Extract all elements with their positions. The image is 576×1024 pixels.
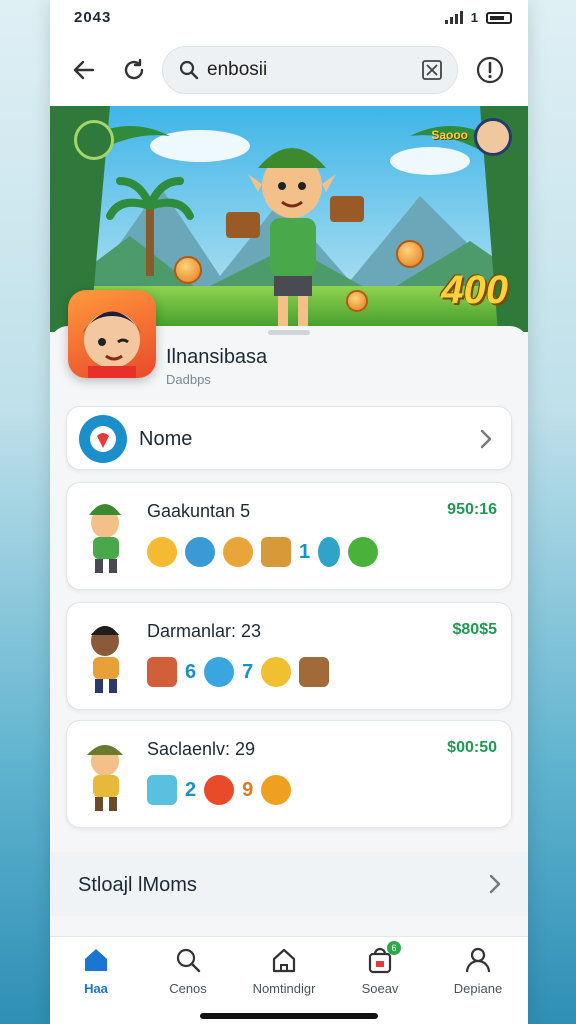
chevron-right-icon xyxy=(489,874,501,894)
tab-profile[interactable]: Depiane xyxy=(432,945,524,1005)
listing-card[interactable]: Gaakuntan 5 950:16 1 xyxy=(66,482,512,590)
item-count: 6 xyxy=(185,660,197,683)
level-badge-icon xyxy=(74,120,114,160)
sheet-drag-handle[interactable] xyxy=(268,330,310,335)
bottom-tab-bar: Haa Cenos Nomtindigr 6 Soeav Depiane xyxy=(50,936,528,1024)
clear-search-icon[interactable] xyxy=(421,59,443,81)
tab-label: Depiane xyxy=(453,981,503,996)
info-button[interactable] xyxy=(472,52,508,88)
back-button[interactable] xyxy=(66,52,102,88)
feather-item-icon xyxy=(261,657,292,687)
fire-item-icon xyxy=(204,775,235,805)
home-row[interactable]: Nome xyxy=(66,406,512,470)
listing-price: 950:16 xyxy=(447,501,497,518)
listing-title: Darmanlar: 23 xyxy=(147,621,262,641)
status-time: 2043 xyxy=(74,9,112,26)
app-icon xyxy=(68,290,156,378)
player-badge-label: Saooo xyxy=(431,128,468,142)
status-icons: 1 xyxy=(444,10,512,25)
tab-label: Haa xyxy=(84,981,108,996)
chest-item-icon xyxy=(147,657,177,687)
reload-button[interactable] xyxy=(116,52,152,88)
home-indicator xyxy=(200,1013,378,1019)
phone-screen: 2043 1 enbosii Saooo 400 Ilnansibasa Dad… xyxy=(50,0,528,1024)
info-icon xyxy=(476,56,504,84)
shield-item-icon xyxy=(147,537,177,567)
warrior-character-avatar xyxy=(91,626,119,693)
reload-icon xyxy=(124,58,144,80)
coin-icon xyxy=(174,256,202,284)
potion-item-icon xyxy=(318,537,341,567)
sword-item-icon xyxy=(185,537,215,567)
tab-home[interactable]: Haa xyxy=(50,945,142,1005)
listing-items: 6 7 xyxy=(147,657,330,687)
tab-label: Cenos xyxy=(169,981,207,996)
status-signal-text: 1 xyxy=(470,10,478,25)
tab-notifications[interactable]: Nomtindigr xyxy=(238,945,330,1005)
item-count: 9 xyxy=(242,778,254,801)
search-input[interactable] xyxy=(207,59,407,81)
item-count: 1 xyxy=(299,540,311,563)
character-face-icon xyxy=(82,311,142,378)
home-row-label: Nome xyxy=(139,428,193,450)
listing-title: Saclaenlv: 29 xyxy=(147,739,256,759)
crate-item-icon xyxy=(261,537,291,567)
see-all-row[interactable]: Stloajl lMoms xyxy=(50,852,528,916)
tab-search[interactable]: Cenos xyxy=(142,945,234,1005)
listing-price: $80$5 xyxy=(452,621,498,638)
search-icon xyxy=(176,948,201,973)
coin-icon xyxy=(346,290,368,312)
tab-badge: 6 xyxy=(387,941,401,955)
frost-item-icon xyxy=(147,775,177,805)
wing-item-icon xyxy=(261,775,292,805)
listing-card[interactable]: Darmanlar: 23 $80$5 6 7 xyxy=(66,602,512,710)
pet-item-icon xyxy=(299,657,330,687)
back-arrow-icon xyxy=(73,60,95,80)
signal-icon xyxy=(444,11,463,24)
status-bar: 2043 1 xyxy=(50,0,528,34)
explorer-character-avatar xyxy=(87,745,123,811)
search-icon xyxy=(179,60,199,80)
home-logo-icon xyxy=(79,415,127,463)
chevron-right-icon xyxy=(480,429,492,449)
listing-title: Gaakuntan 5 xyxy=(147,501,251,521)
player-avatar[interactable] xyxy=(474,118,512,156)
battery-icon xyxy=(486,11,512,24)
elf-character-avatar xyxy=(89,504,121,573)
store-icon-wrap: 6 xyxy=(365,941,401,975)
app-detail-sheet: Ilnansibasa Dadbps Nome Gaakuntan 5 950:… xyxy=(50,290,528,936)
listing-items: 2 9 xyxy=(147,775,292,805)
item-count: 7 xyxy=(242,660,254,683)
score-label: 400 xyxy=(441,268,508,312)
gem-item-icon xyxy=(204,657,235,687)
tab-store[interactable]: 6 Soeav xyxy=(334,941,426,1005)
person-icon xyxy=(465,947,491,973)
listing-card[interactable]: Saclaenlv: 29 $00:50 2 9 xyxy=(66,720,512,828)
listing-items: 1 xyxy=(147,537,379,567)
app-name: Ilnansibasa xyxy=(166,346,268,368)
home-icon xyxy=(85,949,107,971)
listing-price: $00:50 xyxy=(447,739,497,756)
search-box[interactable] xyxy=(162,46,458,94)
item-count: 2 xyxy=(185,778,197,801)
coin-icon xyxy=(396,240,424,268)
cross-item-icon xyxy=(348,537,379,567)
house-outline-icon xyxy=(272,948,296,973)
see-all-label: Stloajl lMoms xyxy=(78,874,197,896)
tab-label: Soeav xyxy=(361,981,399,996)
coin-item-icon xyxy=(223,537,253,567)
app-subtitle: Dadbps xyxy=(166,372,211,387)
top-nav xyxy=(50,34,528,106)
tab-label: Nomtindigr xyxy=(252,981,316,996)
